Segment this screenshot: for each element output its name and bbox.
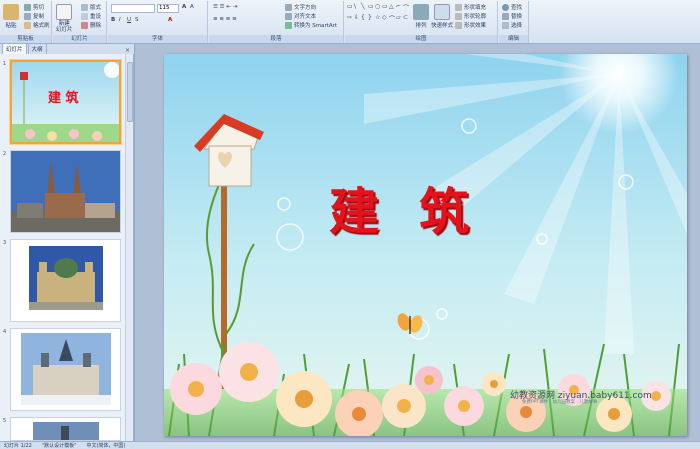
delete-button[interactable]: 删除 [81,21,101,29]
slide-number: 3 [3,240,7,246]
reset-icon [81,12,88,20]
shadow-button[interactable]: S [135,17,139,23]
ribbon: 粘贴 剪切 复制 格式刷 剪贴板 新建 幻灯片 版式 重设 删除 幻灯片 115… [0,0,700,44]
slide-thumbnail-2[interactable] [10,150,121,233]
paragraph-group-label: 段落 [209,35,343,43]
tab-outline[interactable]: 大纲 [27,43,47,54]
align-buttons[interactable]: ≡ ≡ ≡ ≡ [213,16,237,22]
reset-button[interactable]: 重设 [81,12,101,20]
slide-4-preview [11,329,120,410]
arrange-icon [413,4,429,20]
font-group-label: 字体 [108,35,207,43]
slide-3-preview [11,240,120,321]
slide-number: 5 [3,418,7,424]
replace-icon [502,12,509,20]
drawing-group: ▭ \ ╲ ▭ ○ ▭ △ ⌐ ⌒ ⇨ ⇩{} ☆ ◇ ⌒ ▱ ⊂ 排列 快速样式 形状填充 形状轮廓 形状… [345,1,498,43]
close-panel-icon[interactable]: × [125,47,130,54]
tab-slides[interactable]: 幻灯片 [2,43,27,54]
slide-thumbnail-5[interactable] [10,417,121,441]
slide-5-preview [11,418,120,440]
copy-icon [24,12,31,20]
slide-number: 1 [3,61,7,67]
slides-group-label: 幻灯片 [53,35,106,43]
slide-thumbnail-1[interactable]: 建 筑 [10,60,121,144]
slide-background [164,54,687,436]
format-painter-button[interactable]: 格式刷 [24,21,50,29]
slide-thumbnail-panel: 幻灯片 大纲 × 1 建 筑 2 3 4 5 [0,43,134,441]
shrink-font-button[interactable]: A [190,4,194,10]
find-button[interactable]: 查找 [502,3,522,11]
layout-button[interactable]: 版式 [81,3,101,11]
paste-button[interactable]: 粘贴 [3,4,19,29]
shapes-gallery[interactable]: ▭ \ ╲ ▭ ○ ▭ △ ⌐ ⌒ ⇨ ⇩{} ☆ ◇ ⌒ ▱ ⊂ [347,3,409,25]
font-size-select[interactable]: 115 [157,4,179,13]
slide-thumbnail-4[interactable] [10,328,121,411]
slide-1-preview: 建 筑 [12,62,119,142]
slide-count: 幻灯片 1/22 [4,443,32,449]
replace-button[interactable]: 替换 [502,12,522,20]
font-name-select[interactable] [111,4,155,13]
slides-group: 新建 幻灯片 版式 重设 删除 幻灯片 [53,1,107,43]
clipboard-group-label: 剪贴板 [0,35,51,43]
quick-styles-icon [434,4,450,20]
paste-icon [3,4,19,20]
smartart-button[interactable]: 转换为 SmartArt [285,21,337,29]
theme-name: "默认设计模板" [41,443,77,449]
text-direction-icon [285,3,292,11]
align-text-button[interactable]: 对齐文本 [285,12,316,20]
clipboard-group: 粘贴 剪切 复制 格式刷 剪贴板 [0,1,52,43]
font-color-button[interactable]: A [168,17,172,23]
svg-text:建 筑: 建 筑 [48,90,79,106]
cut-button[interactable]: 剪切 [24,3,44,11]
cut-icon [24,3,31,11]
slide-number: 4 [3,329,7,335]
status-bar: 幻灯片 1/22 "默认设计模板" 中文(简体，中国) [0,441,700,449]
font-group: 115 A A B I U S A 字体 [108,1,208,43]
thumbnail-scrollbar[interactable] [125,54,133,441]
slide-2-preview [11,151,120,232]
bullets-button[interactable]: ☰ ☰ ⇤ ⇥ [213,4,237,10]
select-button[interactable]: 选择 [502,21,522,29]
fill-icon [455,3,462,11]
brush-icon [24,21,31,29]
find-icon [502,3,509,11]
slide-thumbnail-3[interactable] [10,239,121,322]
smartart-icon [285,21,292,29]
editing-group: 查找 替换 选择 编辑 [499,1,529,43]
grow-font-button[interactable]: A [182,4,186,10]
panel-tabs: 幻灯片 大纲 × [0,43,134,54]
align-text-icon [285,12,292,20]
shape-effects-button[interactable]: 形状效果 [455,21,486,29]
text-direction-button[interactable]: 文字方向 [285,3,316,11]
quick-styles-button[interactable]: 快速样式 [431,4,453,29]
language-indicator[interactable]: 中文(简体，中国) [86,442,125,449]
shape-outline-button[interactable]: 形状轮廓 [455,12,486,20]
bold-button[interactable]: B [111,17,115,23]
arrange-button[interactable]: 排列 [413,4,429,29]
effects-icon [455,21,462,29]
delete-icon [81,21,88,29]
paragraph-group: ☰ ☰ ⇤ ⇥ ≡ ≡ ≡ ≡ 文字方向 对齐文本 转换为 SmartArt 段… [209,1,344,43]
copy-button[interactable]: 复制 [24,12,44,20]
current-slide[interactable]: 建筑 幼教资源网 ziyuan.baby611.com 免费PPT课件 · 幼儿… [164,54,687,436]
site-watermark-sub: 免费PPT课件 · 幼儿园教案 · 儿歌故事 [522,400,598,405]
shape-fill-button[interactable]: 形状填充 [455,3,486,11]
editing-group-label: 编辑 [499,35,528,43]
outline-icon [455,12,462,20]
scrollbar-thumb[interactable] [127,62,133,122]
select-icon [502,21,509,29]
italic-button[interactable]: I [119,17,121,23]
drawing-group-label: 绘图 [345,35,497,43]
slide-number: 2 [3,151,7,157]
underline-button[interactable]: U [127,17,131,23]
slide-editing-area: 建筑 幼教资源网 ziyuan.baby611.com 免费PPT课件 · 幼儿… [135,44,700,441]
layout-icon [81,3,88,11]
new-slide-button[interactable]: 新建 幻灯片 [56,4,73,33]
slide-title[interactable]: 建筑 [329,172,509,244]
new-slide-icon [56,4,73,20]
